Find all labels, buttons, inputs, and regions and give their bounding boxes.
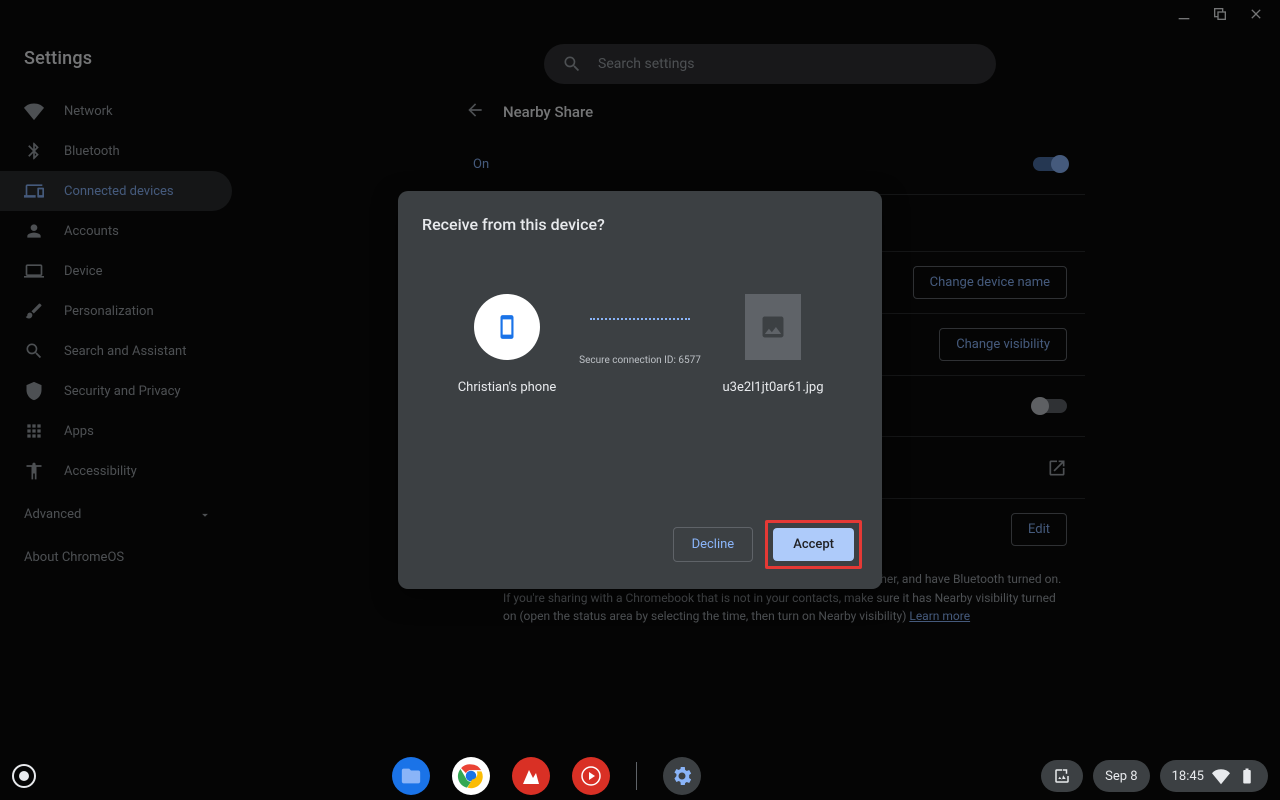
status-tray[interactable]: 18:45 [1160, 760, 1268, 792]
sidebar-item-label: Security and Privacy [64, 384, 181, 399]
settings-title: Settings [0, 40, 260, 91]
sidebar-item-label: Apps [64, 424, 94, 439]
receive-dialog: Receive from this device? Christian's ph… [398, 191, 882, 589]
window-titlebar [0, 0, 1280, 32]
search-input[interactable]: Search settings [544, 44, 996, 84]
search-icon [562, 54, 582, 74]
file-thumbnail [745, 294, 801, 360]
chrome-app-icon[interactable] [452, 757, 490, 795]
file-name: u3e2l1jt0ar61.jpg [722, 380, 823, 395]
sidebar-item-personalization[interactable]: Personalization [0, 291, 232, 331]
settings-app-icon[interactable] [663, 757, 701, 795]
sidebar-item-label: Search and Assistant [64, 344, 187, 359]
sidebar-item-device[interactable]: Device [0, 251, 232, 291]
clock: 18:45 [1172, 769, 1204, 784]
open-external-icon [1047, 458, 1067, 478]
sidebar-item-network[interactable]: Network [0, 91, 232, 131]
close-icon[interactable] [1248, 6, 1264, 26]
search-placeholder: Search settings [598, 56, 695, 72]
advanced-label: Advanced [24, 507, 81, 522]
change-visibility-button[interactable]: Change visibility [939, 328, 1067, 361]
image-icon [759, 313, 787, 341]
screenshot-tray-icon[interactable] [1041, 760, 1083, 792]
accept-button[interactable]: Accept [773, 528, 854, 561]
date-tray[interactable]: Sep 8 [1093, 760, 1149, 792]
accept-highlight: Accept [765, 520, 862, 569]
phone-icon [494, 314, 520, 340]
learn-more-link[interactable]: Learn more [909, 609, 970, 623]
notification-toggle[interactable] [1033, 399, 1067, 413]
wifi-icon [1212, 767, 1230, 785]
chevron-down-icon [198, 508, 212, 522]
change-device-name-button[interactable]: Change device name [913, 266, 1067, 299]
sidebar-item-label: Device [64, 264, 103, 279]
sidebar-about[interactable]: About ChromeOS [0, 538, 260, 577]
sidebar-item-label: Connected devices [64, 184, 174, 199]
sidebar-item-search-assistant[interactable]: Search and Assistant [0, 331, 232, 371]
minimize-icon[interactable] [1176, 6, 1192, 26]
battery-icon [1238, 767, 1256, 785]
dialog-title: Receive from this device? [422, 215, 858, 234]
edit-data-usage-button[interactable]: Edit [1011, 513, 1067, 546]
sidebar-item-apps[interactable]: Apps [0, 411, 232, 451]
sidebar-advanced[interactable]: Advanced [0, 491, 260, 538]
decline-button[interactable]: Decline [673, 527, 754, 562]
shelf: Sep 8 18:45 [0, 752, 1280, 800]
sidebar-item-connected-devices[interactable]: Connected devices [0, 171, 232, 211]
connection-line [590, 318, 690, 320]
files-app-icon[interactable] [392, 757, 430, 795]
youtube-music-icon[interactable] [572, 757, 610, 795]
sidebar-item-label: Accessibility [64, 464, 137, 479]
maximize-icon[interactable] [1212, 6, 1228, 26]
page-title: Nearby Share [503, 103, 593, 121]
settings-sidebar: Settings Network Bluetooth Connected dev… [0, 32, 260, 760]
sender-avatar [474, 294, 540, 360]
sender-name: Christian's phone [458, 380, 557, 395]
sidebar-item-label: Network [64, 104, 113, 119]
sidebar-item-accounts[interactable]: Accounts [0, 211, 232, 251]
sidebar-item-bluetooth[interactable]: Bluetooth [0, 131, 232, 171]
sidebar-item-label: Personalization [64, 304, 154, 319]
sidebar-item-label: Accounts [64, 224, 119, 239]
sidebar-item-security-privacy[interactable]: Security and Privacy [0, 371, 232, 411]
launcher-button[interactable] [12, 764, 36, 788]
nearby-toggle[interactable] [1033, 157, 1067, 171]
sidebar-item-label: Bluetooth [64, 144, 120, 159]
back-icon[interactable] [465, 100, 485, 124]
nearby-on-label: On [473, 157, 489, 172]
app-icon-3[interactable] [512, 757, 550, 795]
connection-id: Secure connection ID: 6577 [579, 355, 701, 366]
sidebar-item-accessibility[interactable]: Accessibility [0, 451, 232, 491]
